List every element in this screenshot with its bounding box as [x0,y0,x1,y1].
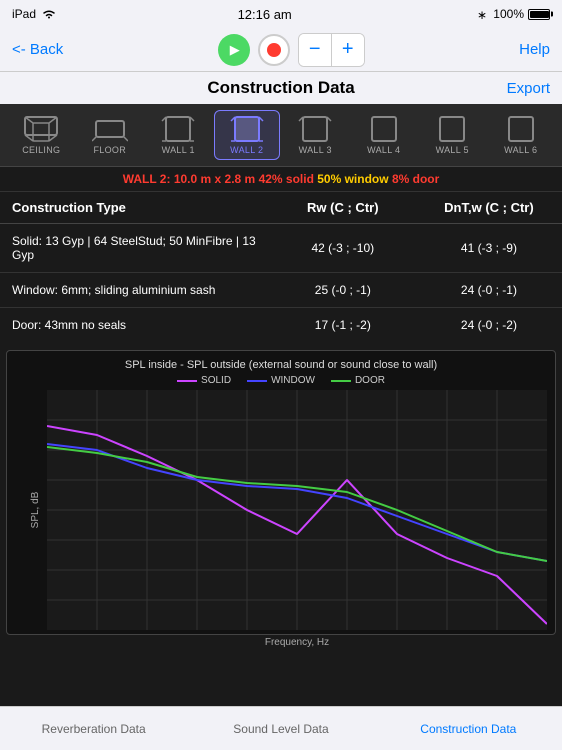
chart-legend: SOLID WINDOW DOOR [11,375,551,386]
tab-wall3[interactable]: WALL 3 [282,110,349,160]
wall5-label: WALL 5 [436,145,469,155]
ceiling-label: CEILING [22,145,60,155]
back-button[interactable]: <- Back [12,41,63,58]
status-bar: iPad 12:16 am ∗ 100% [0,0,562,28]
svg-text:∗: ∗ [477,8,487,20]
wall4-label: WALL 4 [367,145,400,155]
row1-dnt: 41 (-3 ; -9) [416,224,562,273]
status-time: 12:16 am [238,7,292,22]
row1-rw: 42 (-3 ; -10) [270,224,416,273]
nav-bar: <- Back − + Help [0,28,562,72]
tab-ceiling[interactable]: CEILING [8,110,75,160]
door-legend-label: DOOR [355,375,385,386]
record-button[interactable] [258,34,290,66]
play-button[interactable] [218,34,250,66]
solid-legend-line [177,380,197,382]
legend-window: WINDOW [247,375,315,386]
wall5-icon [434,115,470,143]
row3-rw: 17 (-1 ; -2) [270,308,416,343]
wall2-label: WALL 2 [230,145,263,155]
row2-dnt: 24 (-0 ; -1) [416,273,562,308]
battery-percent: 100% [493,7,524,21]
wall1-label: WALL 1 [162,145,195,155]
info-banner: WALL 2: 10.0 m x 2.8 m 42% solid 50% win… [0,167,562,192]
solid-legend-label: SOLID [201,375,231,386]
banner-name: WALL 2: [123,172,174,186]
table-row: Door: 43mm no seals 17 (-1 ; -2) 24 (-0 … [0,308,562,343]
wall2-icon [229,115,265,143]
wall3-icon [297,115,333,143]
row2-rw: 25 (-0 ; -1) [270,273,416,308]
increment-button[interactable]: + [332,34,364,66]
banner-solid: 42% solid [259,172,318,186]
tab-wall6[interactable]: WALL 6 [488,110,555,160]
nav-controls: − + [218,33,365,67]
data-table: Construction Type Rw (C ; Ctr) DnT,w (C … [0,192,562,342]
status-left: iPad [12,7,56,21]
legend-door: DOOR [331,375,385,386]
col-header-type: Construction Type [0,192,270,224]
window-legend-line [247,380,267,382]
col-header-rw: Rw (C ; Ctr) [270,192,416,224]
floor-label: FLOOR [93,145,126,155]
legend-solid: SOLID [177,375,231,386]
title-row: Construction Data Export [0,72,562,104]
row3-type: Door: 43mm no seals [0,308,270,343]
help-button[interactable]: Help [519,41,550,58]
wall4-icon [366,115,402,143]
tab-wall2[interactable]: WALL 2 [214,110,281,160]
door-legend-line [331,380,351,382]
row1-type: Solid: 13 Gyp | 64 SteelStud; 50 MinFibr… [0,224,270,273]
chart-container: SPL inside - SPL outside (external sound… [6,350,556,635]
row3-dnt: 24 (-0 ; -2) [416,308,562,343]
banner-door: 8% door [392,172,439,186]
banner-window: 50% window [317,172,392,186]
tab-sound-level[interactable]: Sound Level Data [187,714,374,744]
y-axis-label: SPL, dB [30,492,41,529]
floor-icon [92,115,128,143]
decrement-button[interactable]: − [299,34,331,66]
x-axis-label: Frequency, Hz [47,637,547,648]
tab-wall4[interactable]: WALL 4 [351,110,418,160]
page-title: Construction Data [207,78,354,98]
window-legend-label: WINDOW [271,375,315,386]
chart-svg: 0 -10 -20 -30 -40 -50 -60 -70 31 63 125 … [47,390,547,630]
ceiling-icon [23,115,59,143]
bottom-tab-bar: Reverberation Data Sound Level Data Cons… [0,706,562,750]
wifi-icon [42,9,56,19]
chart-title: SPL inside - SPL outside (external sound… [11,359,551,371]
wall6-label: WALL 6 [504,145,537,155]
stepper-control[interactable]: − + [298,33,365,67]
ipad-label: iPad [12,7,36,21]
tab-floor[interactable]: FLOOR [77,110,144,160]
table-row: Window: 6mm; sliding aluminium sash 25 (… [0,273,562,308]
tab-construction[interactable]: Construction Data [375,714,562,744]
wall6-icon [503,115,539,143]
table-row: Solid: 13 Gyp | 64 SteelStud; 50 MinFibr… [0,224,562,273]
construction-tab-bar: CEILING FLOOR WALL 1 WALL 2 [0,104,562,167]
chart-area: SPL, dB 0 -10 -20 -30 [47,390,547,630]
export-button[interactable]: Export [507,80,550,97]
tab-reverberation[interactable]: Reverberation Data [0,714,187,744]
tab-wall5[interactable]: WALL 5 [419,110,486,160]
wall1-icon [160,115,196,143]
status-right: ∗ 100% [473,7,550,21]
row2-type: Window: 6mm; sliding aluminium sash [0,273,270,308]
wall3-label: WALL 3 [299,145,332,155]
col-header-dnt: DnT,w (C ; Ctr) [416,192,562,224]
tab-wall1[interactable]: WALL 1 [145,110,212,160]
bluetooth-icon: ∗ [473,8,489,20]
battery-icon [528,9,550,20]
banner-dimensions: 10.0 m x 2.8 m [174,172,259,186]
record-inner [267,43,281,57]
